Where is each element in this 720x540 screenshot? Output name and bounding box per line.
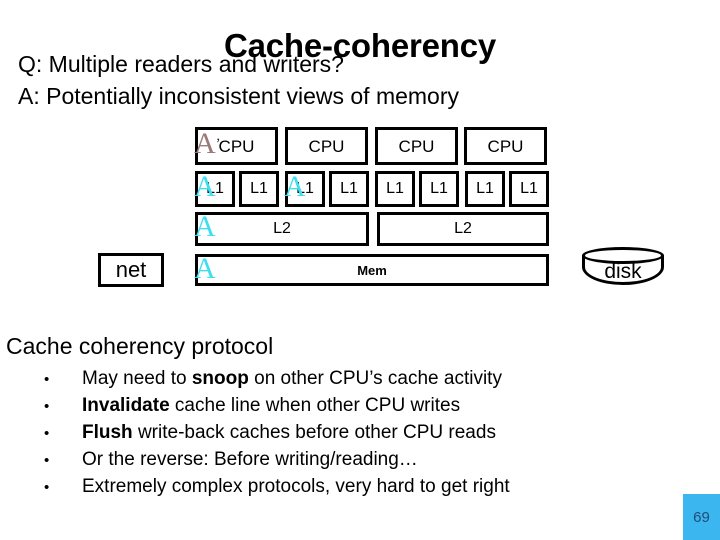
bullet-marker: • [44, 398, 50, 415]
list-item-emphasis: Invalidate [82, 395, 170, 416]
l1-cache-box: L1 [195, 171, 235, 207]
l1-cache-box: L1 [509, 171, 549, 207]
memory-box: Mem [195, 254, 549, 286]
slide-canvas: Cache-coherency Q: Multiple readers and … [0, 0, 720, 540]
l2-cache-box: L2 [377, 212, 549, 246]
list-item: • Flush write-back caches before other CP… [36, 420, 676, 447]
cpu-box: CPU [285, 127, 368, 165]
memory-hierarchy-diagram: CPU CPU CPU CPU L1 L1 L1 L1 L1 L1 L1 L1 … [0, 0, 720, 310]
l1-cache-box: L1 [285, 171, 325, 207]
cpu-box: CPU [375, 127, 458, 165]
list-item-label: Invalidate cache line when other CPU wri… [82, 395, 461, 416]
list-item-label: Extremely complex protocols, very hard t… [82, 476, 510, 497]
l1-cache-box: L1 [465, 171, 505, 207]
list-item-emphasis: Flush [82, 422, 133, 443]
network-box: net [98, 253, 164, 287]
list-item-label: Flush write-back caches before other CPU… [82, 422, 496, 443]
list-item: • Extremely complex protocols, very hard … [36, 474, 676, 501]
list-item: • May need to snoop on other CPU’s cache … [36, 366, 676, 393]
bullet-marker: • [44, 371, 50, 388]
cpu-box: CPU [464, 127, 547, 165]
section-heading: Cache coherency protocol [6, 333, 274, 359]
list-item-label: Or the reverse: Before writing/reading… [82, 449, 418, 470]
l2-cache-box: L2 [195, 212, 369, 246]
bullet-list: • May need to snoop on other CPU’s cache … [36, 366, 676, 501]
page-number-badge: 69 [683, 494, 720, 540]
list-item-emphasis: snoop [191, 368, 249, 389]
list-item: • Invalidate cache line when other CPU wr… [36, 393, 676, 420]
disk-label: disk [604, 260, 642, 283]
l1-cache-box: L1 [375, 171, 415, 207]
l1-cache-box: L1 [419, 171, 459, 207]
bullet-marker: • [44, 452, 50, 469]
disk-cylinder: disk [582, 247, 664, 291]
list-item-label: May need to snoop on other CPU’s cache a… [82, 368, 502, 389]
l1-cache-box: L1 [239, 171, 279, 207]
page-number: 69 [693, 508, 710, 526]
cpu-box: CPU [195, 127, 278, 165]
l1-cache-box: L1 [329, 171, 369, 207]
list-item: • Or the reverse: Before writing/reading… [36, 447, 676, 474]
bullet-marker: • [44, 479, 50, 496]
bullet-marker: • [44, 425, 50, 442]
